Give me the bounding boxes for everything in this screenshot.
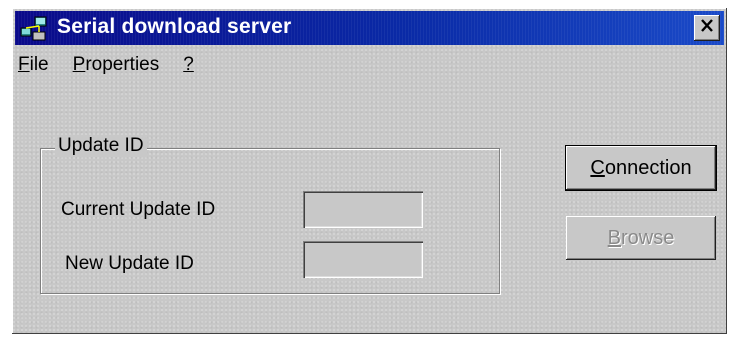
main-window: Serial download server File Properties ?…: [12, 8, 727, 334]
current-update-id-field[interactable]: [303, 191, 423, 228]
menu-file[interactable]: File: [16, 52, 51, 82]
connection-button-label: Connection: [590, 156, 692, 179]
title-bar[interactable]: Serial download server: [15, 11, 724, 45]
network-computers-icon: [19, 14, 49, 42]
current-update-id-label: Current Update ID: [61, 199, 216, 220]
connection-button[interactable]: Connection: [565, 145, 717, 191]
browse-button[interactable]: Browse: [566, 216, 716, 260]
window-title: Serial download server: [57, 15, 292, 38]
update-id-group-label: Update ID: [55, 135, 147, 157]
new-update-id-label: New Update ID: [65, 253, 194, 274]
new-update-id-field[interactable]: [303, 241, 423, 278]
menu-bar: File Properties ?: [16, 52, 196, 82]
browse-button-label: Browse: [607, 226, 675, 249]
close-button[interactable]: [694, 15, 720, 41]
update-id-groupbox: Update ID Current Update ID New Update I…: [40, 135, 500, 294]
menu-help[interactable]: ?: [181, 52, 196, 82]
close-x-icon: [700, 19, 714, 37]
menu-properties[interactable]: Properties: [71, 52, 162, 82]
